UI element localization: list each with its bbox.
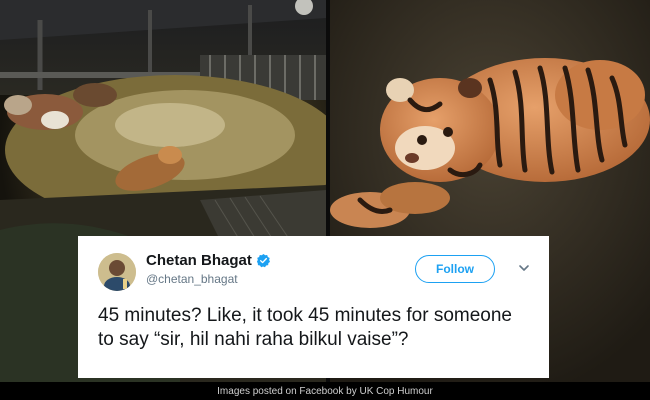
tweet-text: 45 minutes? Like, it took 45 minutes for… (98, 305, 513, 350)
chevron-down-icon[interactable] (517, 261, 531, 275)
display-name[interactable]: Chetan Bhagat (146, 252, 252, 269)
tweet-header: Chetan Bhagat @chetan_bhagat Follow (98, 250, 531, 292)
tweet-card: Chetan Bhagat @chetan_bhagat Follow 45 m… (78, 236, 549, 378)
handle[interactable]: @chetan_bhagat (146, 272, 238, 286)
verified-badge-icon (256, 253, 271, 268)
avatar[interactable] (98, 253, 136, 291)
follow-button[interactable]: Follow (415, 255, 495, 283)
name-row: Chetan Bhagat (146, 252, 271, 269)
image-caption: Images posted on Facebook by UK Cop Humo… (0, 382, 650, 400)
